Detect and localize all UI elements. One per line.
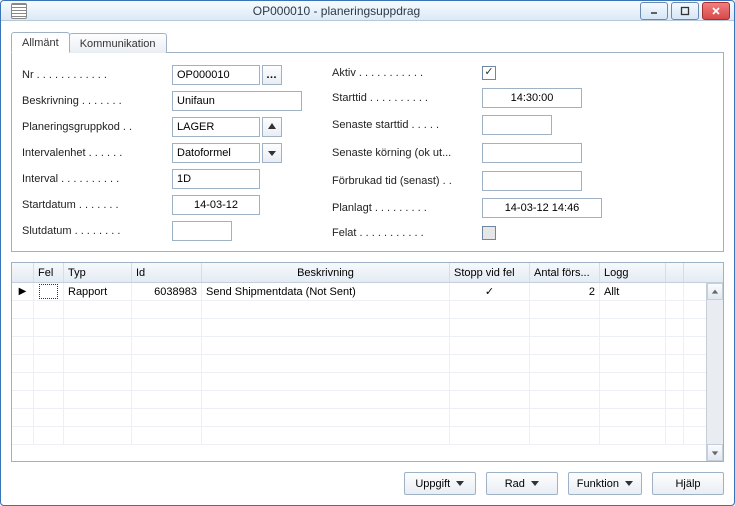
label-senstart: Senaste starttid . . . . . [332, 119, 482, 131]
funktion-button[interactable]: Funktion [568, 472, 642, 495]
label-felat: Felat . . . . . . . . . . . [332, 227, 482, 239]
window: OP000010 - planeringsuppdrag Allmänt Kom… [0, 0, 735, 506]
close-button[interactable] [702, 2, 730, 20]
cell-typ[interactable]: Rapport [64, 283, 132, 300]
senkor-input[interactable] [482, 143, 582, 163]
label-planlagt: Planlagt . . . . . . . . . [332, 202, 482, 214]
intervalenhet-input[interactable] [172, 143, 260, 163]
label-aktiv: Aktiv . . . . . . . . . . . [332, 67, 482, 79]
empty-rows [12, 301, 723, 445]
senstart-input[interactable] [482, 115, 552, 135]
label-startdatum: Startdatum . . . . . . . [22, 199, 172, 211]
form-grid: Nr . . . . . . . . . . . . … Beskrivning… [22, 65, 713, 241]
starttid-input[interactable] [482, 88, 582, 108]
plankod-lookup-button[interactable] [262, 117, 282, 137]
chevron-down-icon [711, 449, 719, 457]
minimize-button[interactable] [640, 2, 668, 20]
button-bar: Uppgift Rad Funktion Hjälp [11, 472, 724, 495]
tab-strip: Allmänt Kommunikation [11, 29, 724, 53]
col-logg[interactable]: Logg [600, 263, 666, 282]
window-title: OP000010 - planeringsuppdrag [33, 4, 640, 18]
col-stopp[interactable]: Stopp vid fel [450, 263, 530, 282]
startdatum-input[interactable] [172, 195, 260, 215]
chevron-down-icon [625, 481, 633, 486]
slutdatum-input[interactable] [172, 221, 232, 241]
hjalp-button[interactable]: Hjälp [652, 472, 724, 495]
nr-lookup-button[interactable]: … [262, 65, 282, 85]
cell-id[interactable]: 6038983 [132, 283, 202, 300]
form-left-column: Nr . . . . . . . . . . . . … Beskrivning… [22, 65, 302, 241]
label-intervalenhet: Intervalenhet . . . . . . [22, 147, 172, 159]
ellipsis-icon: … [266, 69, 278, 81]
planlagt-input[interactable] [482, 198, 602, 218]
col-rowmark[interactable] [12, 263, 34, 282]
chevron-down-icon [531, 481, 539, 486]
label-slutdatum: Slutdatum . . . . . . . . [22, 225, 172, 237]
grid-body[interactable]: ▶ Rapport 6038983 Send Shipmentdata (Not… [12, 283, 723, 461]
interval-input[interactable] [172, 169, 260, 189]
maximize-button[interactable] [671, 2, 699, 20]
form-right-column: Aktiv . . . . . . . . . . . Starttid . .… [332, 65, 612, 241]
col-antal[interactable]: Antal förs... [530, 263, 600, 282]
grid-header: Fel Typ Id Beskrivning Stopp vid fel Ant… [12, 263, 723, 283]
cell-antal[interactable]: 2 [530, 283, 600, 300]
col-fel[interactable]: Fel [34, 263, 64, 282]
cell-spacer [666, 283, 684, 300]
tab-panel-allmant: Nr . . . . . . . . . . . . … Beskrivning… [11, 52, 724, 252]
col-id[interactable]: Id [132, 263, 202, 282]
nr-input[interactable] [172, 65, 260, 85]
arrow-up-icon [267, 122, 277, 132]
chevron-down-icon [456, 481, 464, 486]
tab-kommunikation[interactable]: Kommunikation [69, 33, 167, 53]
label-beskrivning: Beskrivning . . . . . . . [22, 95, 172, 107]
details-grid: Fel Typ Id Beskrivning Stopp vid fel Ant… [11, 262, 724, 462]
felat-checkbox[interactable] [482, 226, 496, 240]
label-plankod: Planeringsgruppkod . . [22, 121, 172, 133]
plankod-input[interactable] [172, 117, 260, 137]
app-icon [11, 3, 27, 19]
scroll-up-button[interactable] [707, 283, 723, 300]
uppgift-button[interactable]: Uppgift [404, 472, 476, 495]
titlebar: OP000010 - planeringsuppdrag [1, 1, 734, 21]
cell-logg[interactable]: Allt [600, 283, 666, 300]
col-beskrivning[interactable]: Beskrivning [202, 263, 450, 282]
label-senkor: Senaste körning (ok ut... [332, 147, 482, 159]
beskrivning-input[interactable] [172, 91, 302, 111]
scroll-down-button[interactable] [707, 444, 723, 461]
label-forbrukad: Förbrukad tid (senast) . . [332, 175, 482, 187]
label-interval: Interval . . . . . . . . . . [22, 173, 172, 185]
col-typ[interactable]: Typ [64, 263, 132, 282]
label-nr: Nr . . . . . . . . . . . . [22, 69, 172, 81]
cell-beskrivning[interactable]: Send Shipmentdata (Not Sent) [202, 283, 450, 300]
row-indicator: ▶ [12, 283, 34, 300]
cell-stopp[interactable]: ✓ [450, 283, 530, 300]
content-area: Allmänt Kommunikation Nr . . . . . . . .… [1, 21, 734, 505]
chevron-down-icon [267, 148, 277, 158]
forbrukad-input[interactable] [482, 171, 582, 191]
label-starttid: Starttid . . . . . . . . . . [332, 92, 482, 104]
grid-row[interactable]: ▶ Rapport 6038983 Send Shipmentdata (Not… [12, 283, 723, 301]
tab-allmant[interactable]: Allmänt [11, 32, 70, 53]
grid-scrollbar[interactable] [706, 283, 723, 461]
intervalenhet-dropdown-button[interactable] [262, 143, 282, 163]
check-icon: ✓ [485, 285, 494, 298]
window-controls [640, 2, 730, 20]
rad-button[interactable]: Rad [486, 472, 558, 495]
chevron-up-icon [711, 288, 719, 296]
aktiv-checkbox[interactable] [482, 66, 496, 80]
col-spacer [666, 263, 684, 282]
cell-fel[interactable] [34, 283, 64, 300]
